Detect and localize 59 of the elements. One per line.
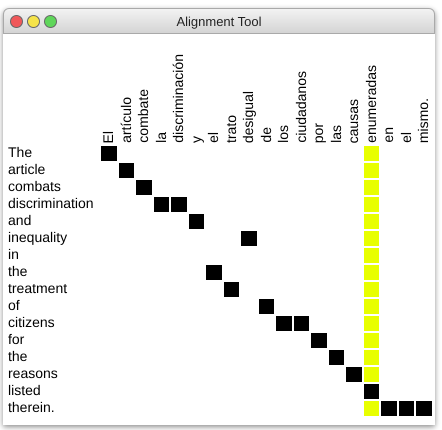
column-header[interactable]: mismo.	[415, 98, 432, 144]
row-label[interactable]: citizens	[8, 314, 55, 330]
alignment-cell[interactable]	[188, 213, 205, 230]
row-label[interactable]: inequality	[8, 229, 68, 245]
alignment-cell[interactable]	[362, 383, 380, 400]
column-header[interactable]: de	[258, 127, 275, 144]
alignment-cell[interactable]	[118, 162, 135, 179]
column-header[interactable]: desigual	[240, 90, 258, 144]
alignment-cell[interactable]	[275, 315, 292, 332]
minimize-button[interactable]	[27, 14, 40, 28]
alignment-cell[interactable]	[345, 366, 362, 383]
column-header[interactable]: la	[152, 132, 170, 144]
column-header[interactable]: los	[275, 125, 292, 144]
column-header[interactable]: el	[398, 132, 415, 144]
row-label[interactable]: in	[8, 246, 19, 262]
column-header[interactable]: artículo	[118, 97, 135, 144]
window-title: Alignment Tool	[176, 14, 262, 28]
alignment-cell[interactable]	[135, 179, 152, 196]
row-label[interactable]: treatment	[8, 280, 68, 296]
alignment-cell[interactable]	[380, 400, 398, 417]
alignment-column[interactable]	[362, 145, 380, 417]
row-label[interactable]: article	[8, 161, 46, 177]
alignment-cell[interactable]	[328, 349, 345, 366]
column-header[interactable]: las	[328, 125, 345, 144]
column-header[interactable]: combate	[135, 89, 152, 144]
column-header[interactable]: el	[205, 132, 222, 144]
column-header[interactable]: por	[310, 122, 328, 144]
alignment-cell[interactable]	[310, 332, 328, 349]
row-label[interactable]: and	[8, 212, 32, 228]
alignment-cell[interactable]	[222, 281, 240, 298]
close-button[interactable]	[10, 14, 23, 28]
alignment-cell[interactable]	[415, 400, 432, 417]
alignment-cell[interactable]	[240, 230, 258, 247]
row-label[interactable]: therein.	[8, 399, 55, 415]
alignment-cell[interactable]	[205, 264, 222, 281]
row-label[interactable]: of	[8, 297, 20, 313]
column-header[interactable]: y	[188, 136, 205, 144]
column-header[interactable]: enumeradas	[362, 65, 380, 144]
row-label[interactable]: reasons	[8, 365, 58, 381]
row-label[interactable]: listed	[8, 382, 41, 398]
alignment-cell[interactable]	[398, 400, 415, 417]
column-header[interactable]: causas	[345, 98, 362, 144]
alignment-cell[interactable]	[258, 298, 275, 315]
row-label[interactable]: the	[8, 348, 28, 364]
column-header[interactable]: en	[380, 127, 398, 144]
row-label[interactable]: for	[8, 331, 24, 347]
row-label[interactable]: combats	[8, 178, 61, 194]
row-label[interactable]: the	[8, 263, 28, 279]
row-label[interactable]: discrimination	[8, 195, 94, 211]
column-header[interactable]: trato	[222, 114, 240, 144]
zoom-button[interactable]	[44, 14, 57, 28]
column-header[interactable]: El	[100, 130, 118, 144]
alignment-cell[interactable]	[292, 315, 310, 332]
alignment-cell[interactable]	[152, 196, 170, 213]
row-label[interactable]: The	[8, 144, 32, 160]
column-header[interactable]: discriminación	[170, 54, 188, 144]
alignment-cell[interactable]	[100, 145, 118, 162]
alignment-cell[interactable]	[170, 196, 188, 213]
column-header[interactable]: ciudadanos	[292, 71, 310, 144]
